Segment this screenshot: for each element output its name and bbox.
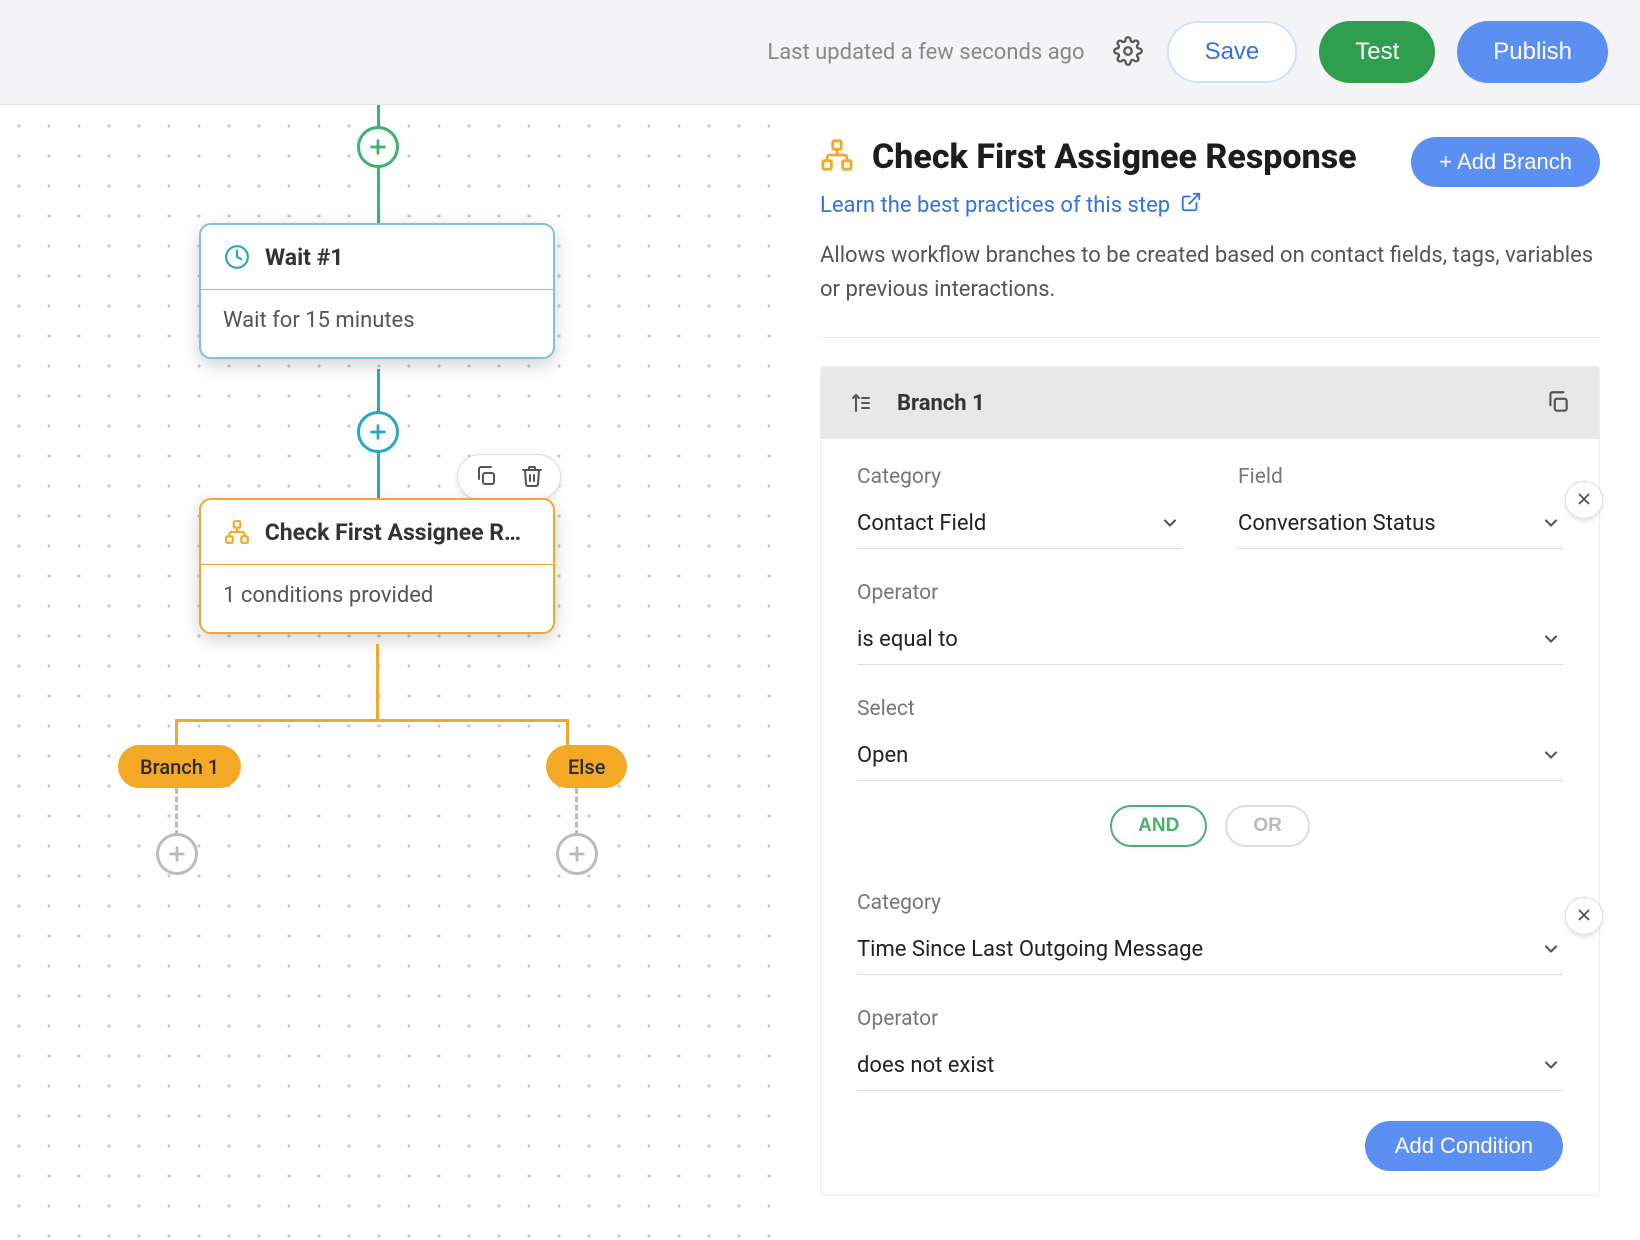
gear-icon — [1113, 36, 1143, 69]
category-label: Category — [857, 465, 1182, 489]
select-dropdown[interactable]: Open — [857, 735, 1563, 781]
node-floating-toolbar — [457, 454, 561, 500]
field-dropdown[interactable]: Conversation Status — [1238, 503, 1563, 549]
external-link-icon — [1180, 191, 1202, 219]
save-button[interactable]: Save — [1167, 21, 1298, 83]
branch-node-title: Check First Assignee Re… — [265, 519, 531, 546]
condition-1: Category Contact Field Field Conversatio… — [821, 439, 1599, 887]
select-value: Open — [857, 743, 908, 768]
wait-node-title: Wait #1 — [265, 244, 343, 271]
branch-pill-branch1[interactable]: Branch 1 — [118, 745, 241, 788]
learn-link-text: Learn the best practices of this step — [820, 193, 1170, 218]
duplicate-branch-button[interactable] — [1545, 389, 1571, 418]
test-button[interactable]: Test — [1319, 21, 1435, 83]
category-dropdown[interactable]: Contact Field — [857, 503, 1182, 549]
main-layout: Wait #1 Wait for 15 minutes — [0, 104, 1640, 1240]
add-step-button-mid[interactable] — [357, 411, 399, 453]
top-toolbar: Last updated a few seconds ago Save Test… — [0, 0, 1640, 104]
add-branch-button[interactable]: + Add Branch — [1411, 137, 1600, 187]
branch-name-label: Branch 1 — [897, 391, 985, 416]
plus-icon — [566, 843, 588, 865]
category-dropdown[interactable]: Time Since Last Outgoing Message — [857, 929, 1563, 975]
logic-operator-group: AND OR — [857, 805, 1563, 847]
chevron-down-icon — [1541, 939, 1561, 965]
connector-dashed — [175, 788, 178, 836]
panel-description: Allows workflow branches to be created b… — [820, 239, 1600, 307]
wait-node[interactable]: Wait #1 Wait for 15 minutes — [199, 223, 555, 359]
select-label: Select — [857, 697, 1563, 721]
plus-icon — [166, 843, 188, 865]
reorder-icon[interactable] — [849, 391, 873, 415]
operator-label: Operator — [857, 1007, 1563, 1031]
branch-icon — [223, 518, 251, 546]
branch-pill-else[interactable]: Else — [546, 745, 627, 788]
remove-condition-button[interactable] — [1565, 481, 1603, 519]
wait-node-body: Wait for 15 minutes — [201, 290, 553, 357]
clock-icon — [223, 243, 251, 271]
copy-icon — [474, 464, 498, 491]
panel-header: Check First Assignee Response Learn the … — [820, 137, 1600, 219]
divider — [820, 337, 1600, 338]
condition-2: Category Time Since Last Outgoing Messag… — [821, 887, 1599, 1101]
duplicate-node-button[interactable] — [474, 464, 498, 491]
chevron-down-icon — [1541, 745, 1561, 771]
category-value: Time Since Last Outgoing Message — [857, 937, 1203, 962]
chevron-down-icon — [1541, 1055, 1561, 1081]
branch-header-row: Branch 1 — [821, 367, 1599, 439]
add-step-button-branch1[interactable] — [156, 833, 198, 875]
learn-best-practices-link[interactable]: Learn the best practices of this step — [820, 191, 1202, 219]
and-chip[interactable]: AND — [1110, 805, 1207, 847]
operator-value: does not exist — [857, 1053, 994, 1078]
remove-condition-button[interactable] — [1565, 897, 1603, 935]
plus-icon — [367, 421, 389, 443]
branch-icon — [820, 138, 854, 176]
workflow-canvas[interactable]: Wait #1 Wait for 15 minutes — [0, 105, 780, 1240]
close-icon — [1575, 490, 1593, 511]
add-step-button-top[interactable] — [357, 126, 399, 168]
add-step-button-else[interactable] — [556, 833, 598, 875]
plus-icon — [367, 136, 389, 158]
operator-value: is equal to — [857, 627, 958, 652]
operator-label: Operator — [857, 581, 1563, 605]
category-label: Category — [857, 891, 1563, 915]
branch-node[interactable]: Check First Assignee Re… 1 conditions pr… — [199, 498, 555, 634]
close-icon — [1575, 906, 1593, 927]
category-value: Contact Field — [857, 511, 986, 536]
panel-title: Check First Assignee Response — [872, 137, 1357, 177]
branch-node-header: Check First Assignee Re… — [201, 500, 553, 565]
connector-dashed — [575, 788, 578, 836]
branch-node-body: 1 conditions provided — [201, 565, 553, 632]
add-condition-row: Add Condition — [821, 1101, 1599, 1195]
chevron-down-icon — [1541, 513, 1561, 539]
add-condition-button[interactable]: Add Condition — [1365, 1121, 1563, 1171]
field-value: Conversation Status — [1238, 511, 1436, 536]
or-chip[interactable]: OR — [1225, 805, 1310, 847]
branch-fork-lines — [175, 644, 569, 724]
trash-icon — [520, 464, 544, 491]
branch-config-box: Branch 1 Category — [820, 366, 1600, 1196]
last-updated-text: Last updated a few seconds ago — [767, 40, 1084, 65]
chevron-down-icon — [1541, 629, 1561, 655]
field-label: Field — [1238, 465, 1563, 489]
delete-node-button[interactable] — [520, 464, 544, 491]
chevron-down-icon — [1160, 513, 1180, 539]
publish-button[interactable]: Publish — [1457, 21, 1608, 83]
copy-icon — [1545, 389, 1571, 418]
step-config-panel: Check First Assignee Response Learn the … — [780, 105, 1640, 1240]
wait-node-header: Wait #1 — [201, 225, 553, 290]
operator-dropdown[interactable]: is equal to — [857, 619, 1563, 665]
settings-button[interactable] — [1111, 35, 1145, 69]
operator-dropdown[interactable]: does not exist — [857, 1045, 1563, 1091]
